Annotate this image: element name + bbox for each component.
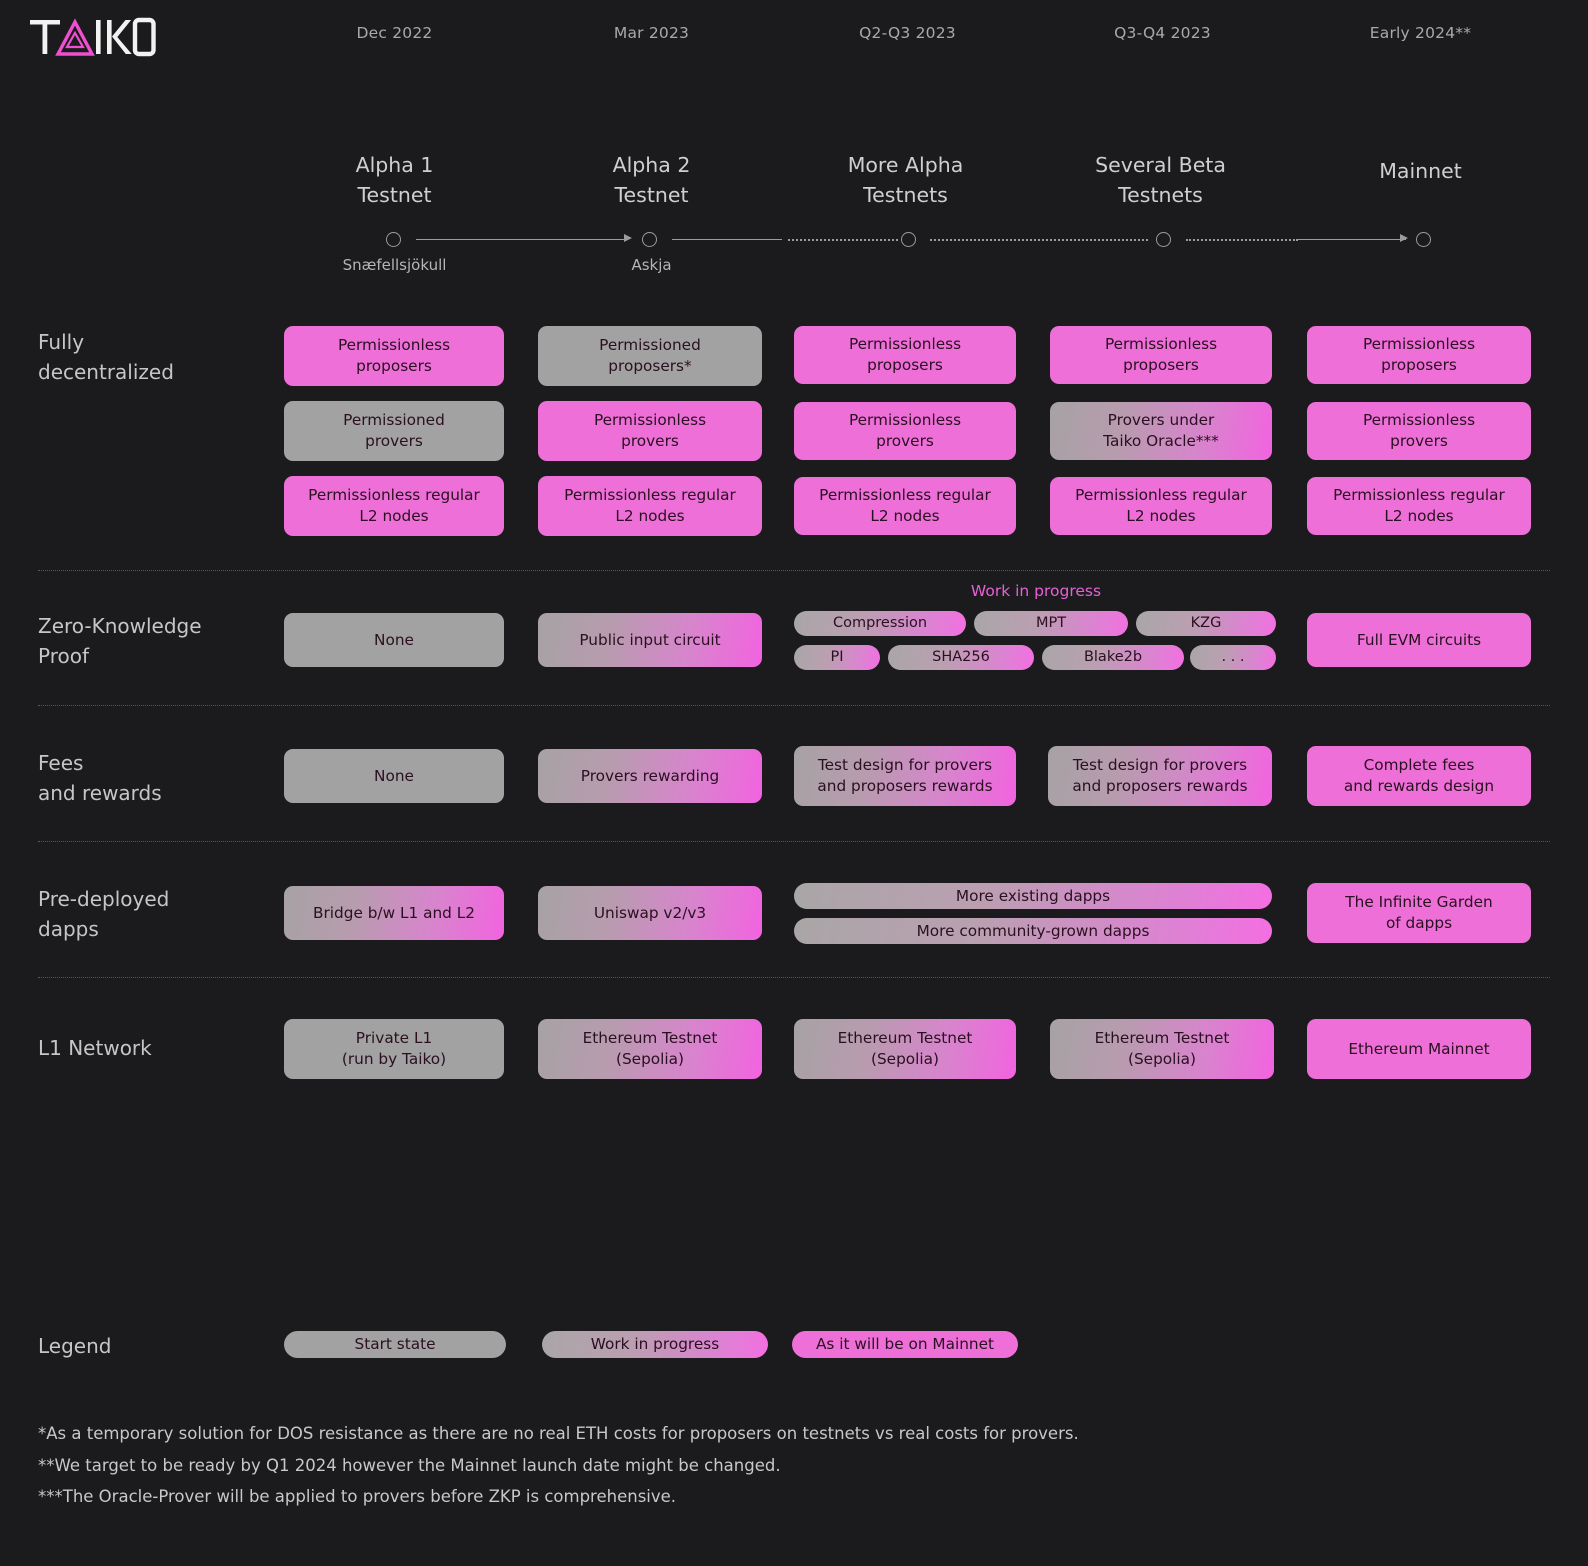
zkp-wip-note: Work in progress: [970, 582, 1102, 600]
row-label-fully-decentralized: Fully decentralized: [38, 330, 174, 384]
legend-label: Legend: [38, 1334, 112, 1358]
card-r3-c4-0[interactable]: The Infinite Garden of dapps: [1307, 883, 1531, 943]
timeline-arrow-0: [624, 233, 632, 242]
card-r1-zkp-kzg[interactable]: KZG: [1136, 611, 1276, 636]
timeline-track: Snæfellsjökull Askja: [0, 228, 1588, 274]
card-r3-more-community-dapps[interactable]: More community-grown dapps: [794, 918, 1272, 944]
card-r0-c2-2[interactable]: Permissionless regular L2 nodes: [794, 477, 1016, 535]
milestone-title-1: Alpha 2 Testnet: [612, 153, 691, 207]
card-r4-c4-0[interactable]: Ethereum Mainnet: [1307, 1019, 1531, 1079]
roadmap-page: Dec 2022 Mar 2023 Q2-Q3 2023 Q3-Q4 2023 …: [0, 0, 1588, 1566]
row-divider-3: [38, 841, 1550, 842]
legend-item-mainnet[interactable]: As it will be on Mainnet: [792, 1331, 1018, 1358]
milestone-title-2: More Alpha Testnets: [847, 153, 964, 207]
card-r3-c1-0[interactable]: Uniswap v2/v3: [538, 886, 762, 940]
row-label-l1-network: L1 Network: [38, 1036, 152, 1060]
card-r2-c1-0[interactable]: Provers rewarding: [538, 749, 762, 803]
card-r1-zkp-sha256[interactable]: SHA256: [888, 645, 1034, 670]
timeline-segment-1a: [672, 239, 782, 241]
card-r1-zkp-blake2b[interactable]: Blake2b: [1042, 645, 1184, 670]
row-divider-2: [38, 705, 1550, 706]
card-r4-c2-0[interactable]: Ethereum Testnet (Sepolia): [794, 1019, 1016, 1079]
timeline-date-4: Early 2024**: [1369, 24, 1472, 42]
timeline-date-2: Q2-Q3 2023: [859, 24, 956, 42]
timeline-sublabel-0: Snæfellsjökull: [342, 256, 447, 274]
timeline-date-3: Q3-Q4 2023: [1114, 24, 1211, 42]
timeline-segment-1b: [788, 239, 898, 241]
card-r1-c4-0[interactable]: Full EVM circuits: [1307, 613, 1531, 667]
card-r0-c3-1[interactable]: Provers under Taiko Oracle***: [1050, 402, 1272, 460]
card-r3-more-existing-dapps[interactable]: More existing dapps: [794, 883, 1272, 909]
card-r2-c3-0[interactable]: Test design for provers and proposers re…: [1048, 746, 1272, 806]
card-r1-c1-0[interactable]: Public input circuit: [538, 613, 762, 667]
timeline-node-2[interactable]: [901, 232, 916, 247]
timeline-node-4[interactable]: [1416, 232, 1431, 247]
timeline-node-1[interactable]: [642, 232, 657, 247]
card-r3-c0-0[interactable]: Bridge b/w L1 and L2: [284, 886, 504, 940]
card-r1-zkp-compression[interactable]: Compression: [794, 611, 966, 636]
card-r4-c1-0[interactable]: Ethereum Testnet (Sepolia): [538, 1019, 762, 1079]
card-r1-zkp-pi[interactable]: PI: [794, 645, 880, 670]
card-r2-c4-0[interactable]: Complete fees and rewards design: [1307, 746, 1531, 806]
row-label-fees: Fees and rewards: [38, 751, 162, 805]
card-r2-c2-0[interactable]: Test design for provers and proposers re…: [794, 746, 1016, 806]
timeline-node-3[interactable]: [1156, 232, 1171, 247]
card-r4-c3-0[interactable]: Ethereum Testnet (Sepolia): [1050, 1019, 1274, 1079]
footnote-1: *As a temporary solution for DOS resista…: [38, 1424, 1079, 1443]
card-r0-c2-1[interactable]: Permissionless provers: [794, 402, 1016, 460]
card-r0-c0-0[interactable]: Permissionless proposers: [284, 326, 504, 386]
card-r0-c2-0[interactable]: Permissionless proposers: [794, 326, 1016, 384]
card-r0-c0-2[interactable]: Permissionless regular L2 nodes: [284, 476, 504, 536]
row-divider-4: [38, 977, 1550, 978]
card-r1-c0-0[interactable]: None: [284, 613, 504, 667]
timeline-sublabel-1: Askja: [631, 256, 672, 274]
card-r0-c3-0[interactable]: Permissionless proposers: [1050, 326, 1272, 384]
timeline-segment-0: [416, 239, 624, 241]
row-label-dapps: Pre-deployed dapps: [38, 887, 170, 941]
card-r0-c0-1[interactable]: Permissioned provers: [284, 401, 504, 461]
timeline-date-0: Dec 2022: [356, 24, 433, 42]
card-r2-c0-0[interactable]: None: [284, 749, 504, 803]
card-r0-c4-2[interactable]: Permissionless regular L2 nodes: [1307, 477, 1531, 535]
card-r4-c0-0[interactable]: Private L1 (run by Taiko): [284, 1019, 504, 1079]
timeline-arrow-1: [1400, 233, 1408, 242]
timeline-node-0[interactable]: [386, 232, 401, 247]
card-r0-c3-2[interactable]: Permissionless regular L2 nodes: [1050, 477, 1272, 535]
row-label-zkp: Zero-Knowledge Proof: [38, 614, 202, 668]
timeline-date-1: Mar 2023: [613, 24, 690, 42]
card-r1-zkp-more[interactable]: . . .: [1190, 645, 1276, 670]
card-r1-zkp-mpt[interactable]: MPT: [974, 611, 1128, 636]
card-r0-c1-1[interactable]: Permissionless provers: [538, 401, 762, 461]
card-r0-c4-1[interactable]: Permissionless provers: [1307, 402, 1531, 460]
footnote-2: **We target to be ready by Q1 2024 howev…: [38, 1456, 781, 1475]
footnote-3: ***The Oracle-Prover will be applied to …: [38, 1487, 677, 1506]
timeline-segment-2: [930, 239, 1148, 241]
timeline-dates: Dec 2022 Mar 2023 Q2-Q3 2023 Q3-Q4 2023 …: [0, 24, 1588, 48]
milestone-title-4: Mainnet: [1379, 159, 1462, 183]
milestone-title-3: Several Beta Testnets: [1095, 153, 1226, 207]
timeline-segment-3a: [1186, 239, 1298, 241]
card-r0-c4-0[interactable]: Permissionless proposers: [1307, 326, 1531, 384]
card-r0-c1-2[interactable]: Permissionless regular L2 nodes: [538, 476, 762, 536]
milestone-title-0: Alpha 1 Testnet: [355, 153, 434, 207]
row-divider-1: [38, 570, 1550, 571]
legend-item-work-in-progress[interactable]: Work in progress: [542, 1331, 768, 1358]
timeline-segment-3b: [1298, 239, 1406, 241]
legend-item-start-state[interactable]: Start state: [284, 1331, 506, 1358]
card-r0-c1-0[interactable]: Permissioned proposers*: [538, 326, 762, 386]
